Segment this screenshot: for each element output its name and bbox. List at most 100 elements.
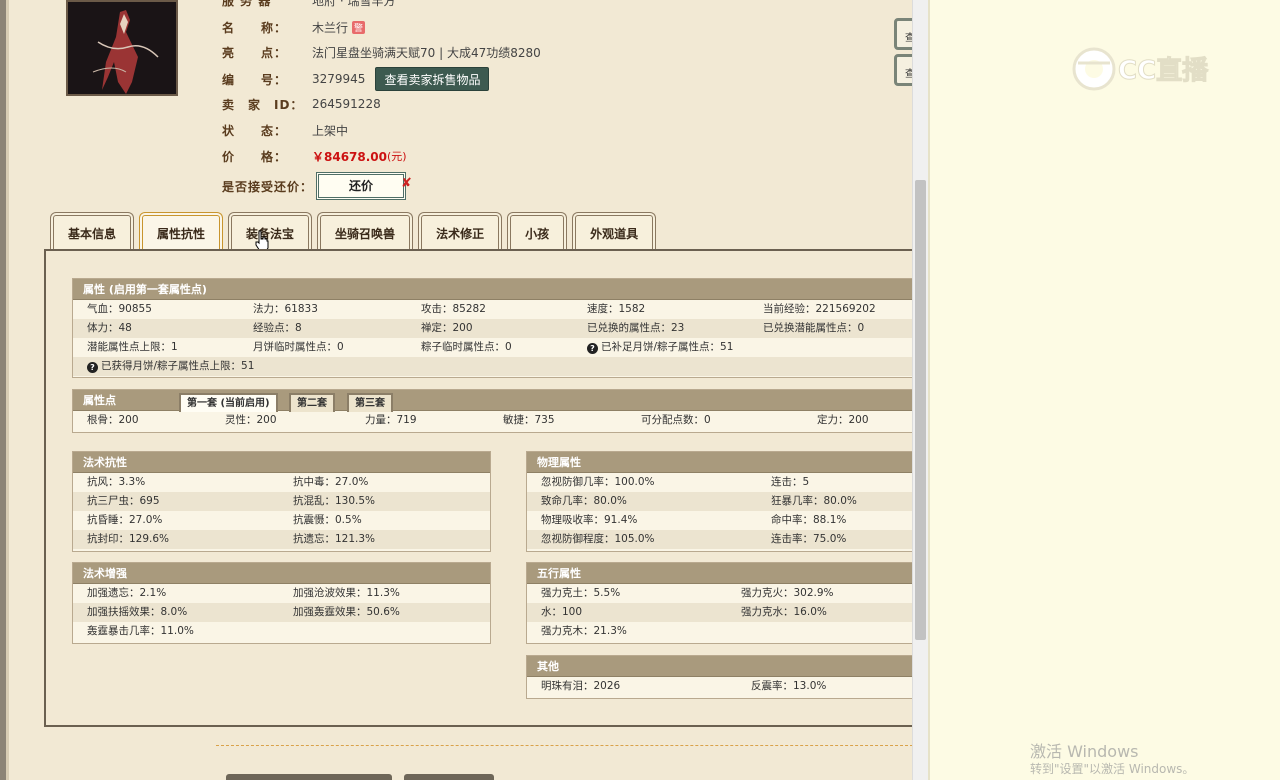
scroll-thumb[interactable] [915, 180, 926, 640]
magic-boost-section: 法术增强 加强遗忘：2.1% 加强沧波效果：11.3% 加强扶摇效果：8.0% … [72, 562, 491, 644]
physical-row: 忽视防御几率：100.0% 连击：5 [527, 473, 912, 492]
attr-point-cell: 力量：719 [365, 414, 417, 426]
status-label: 状 态： [222, 123, 288, 138]
character-avatar [66, 0, 178, 96]
physical-row: 物理吸收率：91.4% 命中率：88.1% [527, 511, 912, 530]
attr-cell-with-help: ? 已获得月饼/粽子属性点上限：51 [87, 357, 254, 376]
attributes-title: 属性 (启用第一套属性点) [73, 279, 912, 300]
seller-label: 卖 家 ID： [222, 97, 304, 112]
stat-cell: 致命几率：80.0% [541, 495, 627, 507]
tab-spell-correction[interactable]: 法术修正 [418, 212, 503, 250]
attr-cell-text: 已获得月饼/粽子属性点上限：51 [101, 360, 255, 372]
stat-cell: 明珠有泪：2026 [541, 680, 621, 692]
vertical-scrollbar[interactable] [912, 0, 928, 780]
tab-mount-summon[interactable]: 坐骑召唤兽 [317, 212, 414, 250]
name-value: 木兰行 [312, 20, 349, 35]
seller-value: 264591228 [312, 97, 381, 111]
attr-cell: 气血：90855 [87, 303, 152, 315]
attr-cell: 已兑换潜能属性点：0 [763, 322, 865, 334]
seller-row: 卖 家 ID： 264591228 [222, 94, 381, 114]
server-label: 服 务 器 [222, 0, 272, 8]
tab-equipment[interactable]: 装备法宝 [228, 212, 313, 250]
cc-live-logo: CC直播 [1070, 45, 1240, 93]
magic-resist-row: 抗昏睡：27.0% 抗震慑：0.5% [73, 511, 490, 530]
stat-cell: 反震率：13.0% [751, 680, 827, 692]
magic-boost-row: 轰霆暴击几率：11.0% [73, 622, 490, 641]
magic-resist-title: 法术抗性 [73, 452, 490, 473]
name-row: 名 称： 木兰行 警 [222, 17, 366, 37]
stat-cell: 抗混乱：130.5% [293, 495, 376, 507]
attr-cell: 当前经验：221569202 [763, 303, 876, 315]
five-elements-row: 强力克木：21.3% [527, 622, 912, 641]
server-value: 地府 · 瑞雪丰方 [312, 0, 396, 8]
attr-points-row: 根骨：200 灵性：200 力量：719 敏捷：735 可分配点数：0 定力：2… [73, 411, 912, 430]
help-icon[interactable]: ? [87, 362, 98, 373]
attr-point-cell: 可分配点数：0 [641, 414, 711, 426]
view-seller-items-button[interactable]: 查看卖家拆售物品 [375, 67, 490, 91]
stat-cell: 抗震慑：0.5% [293, 514, 362, 526]
side-view-button-1[interactable]: 查 [894, 18, 912, 50]
highlight-row: 亮 点： 法门星盘坐骑满天赋70 | 大成47功绩8280 [222, 42, 541, 62]
stat-cell: 强力克火：302.9% [741, 587, 834, 599]
physical-title: 物理属性 [527, 452, 912, 473]
stat-cell: 忽视防御几率：100.0% [541, 476, 655, 488]
physical-row: 忽视防御程度：105.0% 连击率：75.0% [527, 530, 912, 549]
attr-cell: 法力：61833 [253, 303, 318, 315]
tab-basic-info[interactable]: 基本信息 [50, 212, 135, 250]
id-label: 编 号： [222, 72, 288, 87]
stat-cell: 命中率：88.1% [771, 514, 847, 526]
stat-cell: 抗三尸虫：695 [87, 495, 160, 507]
tab-children[interactable]: 小孩 [507, 212, 568, 250]
bargain-button[interactable]: 还价 [316, 172, 406, 200]
attributes-section: 属性 (启用第一套属性点) 气血：90855 法力：61833 攻击：85282… [72, 278, 912, 378]
stat-cell: 连击率：75.0% [771, 533, 847, 545]
detail-tabs: 基本信息 属性抗性 装备法宝 坐骑召唤兽 法术修正 小孩 外观道具 [50, 212, 657, 250]
attr-point-cell: 敏捷：735 [503, 414, 555, 426]
help-icon[interactable]: ? [587, 343, 598, 354]
stat-cell: 加强沧波效果：11.3% [293, 587, 400, 599]
magic-boost-row: 加强遗忘：2.1% 加强沧波效果：11.3% [73, 584, 490, 603]
set-tab-first[interactable]: 第一套 (当前启用) [179, 393, 278, 412]
attr-cell: 月饼临时属性点：0 [253, 341, 344, 353]
price-unit: (元) [387, 150, 407, 163]
attr-points-section: 属性点 第一套 (当前启用) 第二套 第三套 根骨：200 灵性：200 力量：… [72, 389, 912, 433]
attr-cell: 禅定：200 [421, 322, 473, 334]
highlight-label: 亮 点： [222, 45, 288, 60]
set-tab-third[interactable]: 第三套 [347, 393, 393, 412]
stat-cell: 狂暴几率：80.0% [771, 495, 857, 507]
attr-cell: 粽子临时属性点：0 [421, 341, 512, 353]
price-row: 价 格： ￥84678.00 (元) [222, 146, 407, 166]
price-value: ￥84678.00 [312, 149, 388, 164]
bottom-button-1[interactable] [226, 774, 392, 780]
logo-text: CC直播 [1118, 56, 1209, 86]
attr-cell: 速度：1582 [587, 303, 646, 315]
attr-cell: 体力：48 [87, 322, 132, 334]
price-label: 价 格： [222, 149, 288, 164]
browser-content: 服 务 器 地府 · 瑞雪丰方 名 称： 木兰行 警 亮 点： 法门星盘坐骑满天… [0, 0, 912, 780]
set-tab-second[interactable]: 第二套 [289, 393, 335, 412]
tab-attributes[interactable]: 属性抗性 [139, 212, 224, 250]
bottom-button-2[interactable] [404, 774, 494, 780]
attr-points-head: 属性点 第一套 (当前启用) 第二套 第三套 [73, 390, 912, 412]
character-figure-icon [68, 2, 176, 94]
stat-cell: 忽视防御程度：105.0% [541, 533, 655, 545]
five-elements-row: 强力克土：5.5% 强力克火：302.9% [527, 584, 912, 603]
stat-cell: 抗中毒：27.0% [293, 476, 369, 488]
name-label: 名 称： [222, 20, 288, 35]
attr-points-title: 属性点 [83, 394, 116, 407]
magic-resist-row: 抗封印：129.6% 抗遗忘：121.3% [73, 530, 490, 549]
attr-cell: 攻击：85282 [421, 303, 486, 315]
five-elements-title: 五行属性 [527, 563, 912, 584]
pane-divider [928, 0, 930, 780]
side-view-button-2[interactable]: 查 [894, 54, 912, 86]
warning-tag: 警 [352, 20, 366, 34]
status-row: 状 态： 上架中 [222, 120, 348, 140]
magic-boost-row: 加强扶摇效果：8.0% 加强轰霆效果：50.6% [73, 603, 490, 622]
status-value: 上架中 [312, 123, 349, 138]
bargain-close-icon: ✘ [401, 176, 412, 191]
bargain-row: 是否接受还价： [222, 176, 313, 196]
stat-cell: 抗风：3.3% [87, 476, 146, 488]
tab-appearance[interactable]: 外观道具 [572, 212, 657, 250]
other-title: 其他 [527, 656, 912, 677]
attributes-row: 潜能属性点上限：1 月饼临时属性点：0 粽子临时属性点：0 ? 已补足月饼/粽子属… [73, 338, 912, 357]
